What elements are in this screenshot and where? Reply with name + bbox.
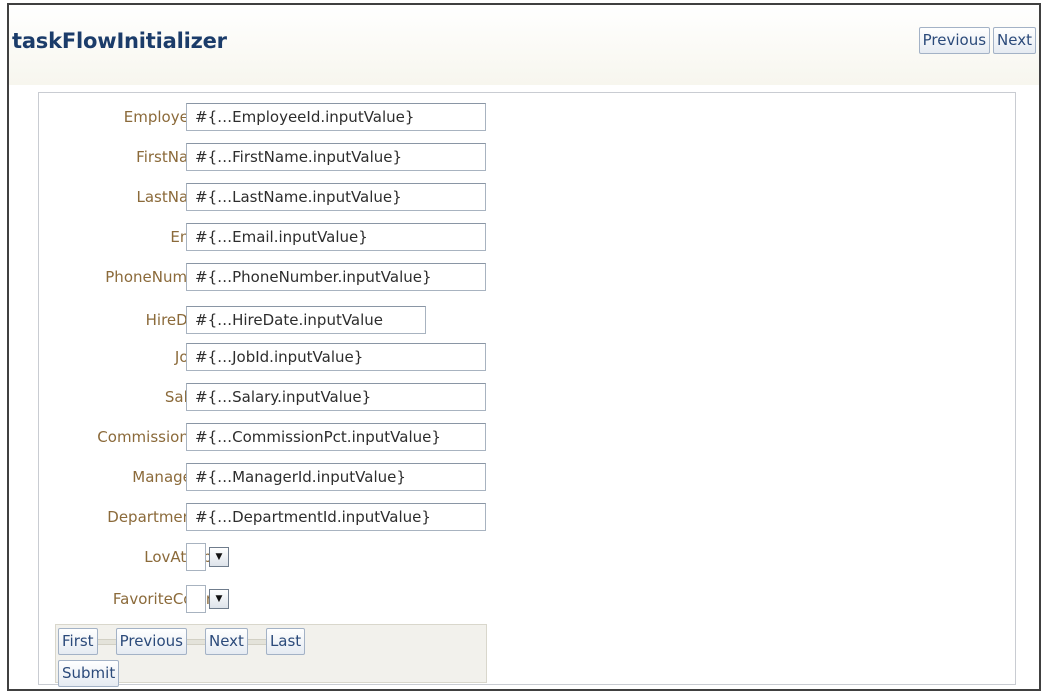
phone-number-input[interactable]: #{…PhoneNumber.inputValue}	[186, 263, 486, 291]
chevron-down-icon: ▼	[215, 552, 223, 562]
field-row-manager-id: ManagerId #{…ManagerId.inputValue}	[39, 461, 509, 493]
last-record-button[interactable]: Last	[265, 628, 306, 655]
field-row-email: Email #{…Email.inputValue}	[39, 221, 509, 253]
next-record-button[interactable]: Next	[204, 628, 248, 655]
field-row-last-name: LastName #{…LastName.inputValue}	[39, 181, 509, 213]
salary-input[interactable]: #{…Salary.inputValue}	[186, 383, 486, 411]
lov-attrib-select[interactable]: ▼	[186, 543, 229, 571]
top-navigation: Previous Next	[918, 27, 1036, 54]
page-header: taskFlowInitializer Previous Next	[9, 5, 1039, 85]
field-row-department-id: DepartmentId #{…DepartmentId.inputValue}	[39, 501, 509, 533]
last-name-input[interactable]: #{…LastName.inputValue}	[186, 183, 486, 211]
favorite-color-dropdown-button[interactable]: ▼	[209, 589, 229, 609]
form-panel: EmployeeId #{…EmployeeId.inputValue} Fir…	[38, 92, 1016, 687]
chevron-down-icon: ▼	[215, 594, 223, 604]
button-separator	[247, 638, 266, 645]
next-button[interactable]: Next	[993, 27, 1036, 54]
email-input[interactable]: #{…Email.inputValue}	[186, 223, 486, 251]
field-row-salary: Salary #{…Salary.inputValue}	[39, 381, 509, 413]
hire-date-input[interactable]: #{…HireDate.inputValue	[186, 306, 426, 334]
field-row-lov-attrib: LovAttrib ▼	[39, 541, 509, 573]
field-row-hire-date: HireDate #{…HireDate.inputValue	[39, 304, 509, 336]
lov-attrib-dropdown-button[interactable]: ▼	[209, 547, 229, 567]
previous-button[interactable]: Previous	[918, 27, 991, 54]
window-frame: taskFlowInitializer Previous Next Employ…	[7, 3, 1041, 691]
page-title: taskFlowInitializer	[12, 29, 227, 53]
field-row-commission-pct: CommissionPct #{…CommissionPct.inputValu…	[39, 421, 509, 453]
submit-button[interactable]: Submit	[58, 660, 120, 687]
favorite-color-select[interactable]: ▼	[186, 585, 229, 613]
lov-attrib-value[interactable]	[186, 543, 206, 571]
department-id-input[interactable]: #{…DepartmentId.inputValue}	[186, 503, 486, 531]
submit-row: Submit	[58, 660, 120, 687]
field-row-job-id: JobId #{…JobId.inputValue}	[39, 341, 509, 373]
button-separator	[186, 638, 205, 645]
manager-id-input[interactable]: #{…ManagerId.inputValue}	[186, 463, 486, 491]
record-navigation-bar: First Previous Next Last Submit	[55, 624, 487, 687]
field-row-favorite-color: FavoriteColor ▼	[39, 583, 509, 615]
field-row-first-name: FirstName #{…FirstName.inputValue}	[39, 141, 509, 173]
employee-id-input[interactable]: #{…EmployeeId.inputValue}	[186, 103, 486, 131]
record-navigation-row: First Previous Next Last	[58, 628, 306, 655]
button-separator	[97, 638, 116, 645]
first-name-input[interactable]: #{…FirstName.inputValue}	[186, 143, 486, 171]
favorite-color-value[interactable]	[186, 585, 206, 613]
commission-pct-input[interactable]: #{…CommissionPct.inputValue}	[186, 423, 486, 451]
field-row-employee-id: EmployeeId #{…EmployeeId.inputValue}	[39, 101, 509, 133]
previous-record-button[interactable]: Previous	[115, 628, 187, 655]
field-row-phone-number: PhoneNumber #{…PhoneNumber.inputValue}	[39, 261, 509, 293]
job-id-input[interactable]: #{…JobId.inputValue}	[186, 343, 486, 371]
first-record-button[interactable]: First	[58, 628, 98, 655]
